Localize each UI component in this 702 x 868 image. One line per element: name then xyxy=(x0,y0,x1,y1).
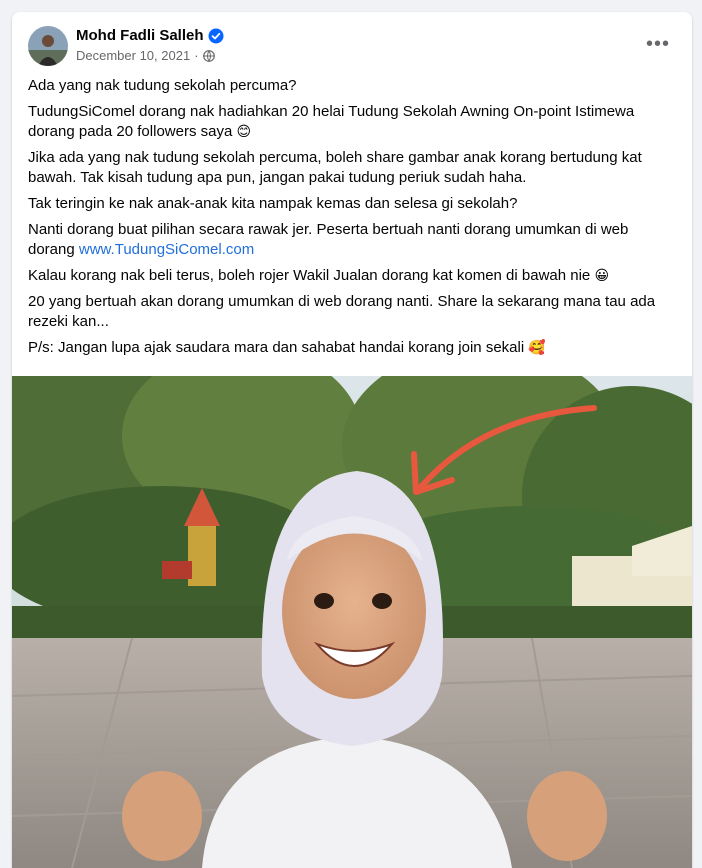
more-options-icon[interactable]: ••• xyxy=(640,30,676,58)
post-paragraph: 20 yang bertuah akan dorang umumkan di w… xyxy=(28,292,668,332)
post-paragraph: Ada yang nak tudung sekolah percuma? xyxy=(28,76,668,96)
globe-icon[interactable] xyxy=(202,49,215,62)
post-date[interactable]: December 10, 2021 xyxy=(76,48,190,63)
paragraph-text: Ada yang nak tudung sekolah percuma? xyxy=(28,77,297,94)
avatar[interactable] xyxy=(28,26,68,66)
grinning-emoji: 😀 xyxy=(594,268,610,284)
verified-badge-icon xyxy=(208,28,224,44)
post-paragraph: Kalau korang nak beli terus, boleh rojer… xyxy=(28,266,668,286)
paragraph-text: P/s: Jangan lupa ajak saudara mara dan s… xyxy=(28,339,529,356)
post-meta: December 10, 2021 · xyxy=(76,48,215,63)
post-paragraph: Tak teringin ke nak anak-anak kita nampa… xyxy=(28,194,668,214)
post-paragraph: Jika ada yang nak tudung sekolah percuma… xyxy=(28,148,668,188)
author-row: Mohd Fadli Salleh xyxy=(76,27,224,44)
paragraph-text: Jika ada yang nak tudung sekolah percuma… xyxy=(28,149,642,186)
paragraph-text: Kalau korang nak beli terus, boleh rojer… xyxy=(28,267,595,284)
paragraph-text: 20 yang bertuah akan dorang umumkan di w… xyxy=(28,293,656,330)
post-paragraph: TudungSiComel dorang nak hadiahkan 20 he… xyxy=(28,102,668,142)
post-text: Ada yang nak tudung sekolah percuma? Tud… xyxy=(28,76,668,364)
meta-separator: · xyxy=(194,48,199,63)
post-photo[interactable] xyxy=(12,376,692,868)
author-name[interactable]: Mohd Fadli Salleh xyxy=(76,27,204,44)
paragraph-text: TudungSiComel dorang nak hadiahkan 20 he… xyxy=(28,103,635,140)
website-link[interactable]: www.TudungSiComel.com xyxy=(79,241,254,258)
post-paragraph: Nanti dorang buat pilihan secara rawak j… xyxy=(28,220,668,260)
smiling-emoji: 😊 xyxy=(236,124,252,140)
post-header: Mohd Fadli Salleh December 10, 2021 · ••… xyxy=(12,12,692,74)
smiling-hearts-emoji: 🥰 xyxy=(528,340,546,356)
post-card: Mohd Fadli Salleh December 10, 2021 · ••… xyxy=(12,12,692,868)
post-paragraph: P/s: Jangan lupa ajak saudara mara dan s… xyxy=(28,338,668,358)
paragraph-text: Tak teringin ke nak anak-anak kita nampa… xyxy=(28,195,518,212)
